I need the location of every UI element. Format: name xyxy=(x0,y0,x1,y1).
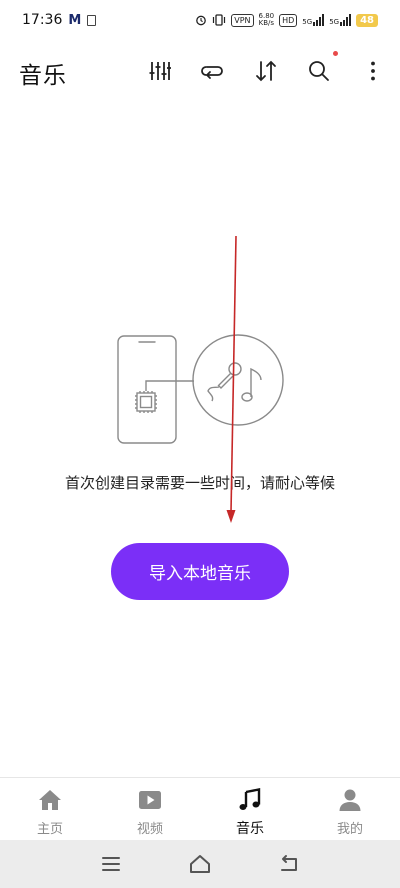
bottom-nav: 主页 视频 音乐 我的 xyxy=(0,777,400,840)
video-icon xyxy=(137,788,163,812)
empty-state-illustration xyxy=(117,334,284,444)
network-speed: 6.80 KB/s xyxy=(259,13,275,27)
nav-item-profile[interactable]: 我的 xyxy=(300,778,400,840)
karaoke-microphone-icon xyxy=(207,362,242,402)
status-left: 17:36 M xyxy=(22,12,97,28)
status-bar: 17:36 M VPN 6.80 KB/s HD 5G 5G 48 xyxy=(0,0,400,40)
nav-item-music[interactable]: 音乐 xyxy=(200,778,300,840)
nav-label-home: 主页 xyxy=(36,822,63,837)
status-time: 17:36 xyxy=(22,12,63,28)
home-button-icon[interactable] xyxy=(189,854,211,874)
signal-2: 5G xyxy=(329,14,352,26)
equalizer-icon[interactable] xyxy=(147,58,173,84)
music-note-icon xyxy=(237,788,263,812)
more-icon[interactable] xyxy=(360,58,386,84)
empty-state-message: 首次创建目录需要一些时间，请耐心等候 xyxy=(64,474,335,492)
mail-icon: M xyxy=(68,12,82,28)
nav-label-video: 视频 xyxy=(136,822,163,837)
sort-icon[interactable] xyxy=(253,58,279,84)
hd-badge: HD xyxy=(279,13,298,27)
menu-icon[interactable] xyxy=(100,854,122,874)
page-title: 音乐 xyxy=(19,63,67,89)
status-right: VPN 6.80 KB/s HD 5G 5G 48 xyxy=(195,13,378,27)
repeat-icon[interactable] xyxy=(200,58,226,84)
notification-dot xyxy=(333,51,338,56)
back-icon[interactable] xyxy=(278,854,300,874)
nav-label-music: 音乐 xyxy=(236,821,264,837)
battery-indicator: 48 xyxy=(356,13,378,27)
app-bar: 音乐 xyxy=(0,40,400,102)
network-type-2: 5G xyxy=(329,18,340,26)
profile-icon xyxy=(337,788,363,812)
nav-item-home[interactable]: 主页 xyxy=(0,778,100,840)
music-note-icon xyxy=(241,367,262,402)
vpn-badge: VPN xyxy=(231,13,254,27)
import-local-music-button[interactable]: 导入本地音乐 xyxy=(111,543,289,600)
document-icon xyxy=(87,14,97,26)
system-nav-bar xyxy=(0,840,400,888)
search-icon[interactable] xyxy=(306,51,338,84)
signal-1: 5G xyxy=(302,14,325,26)
nav-label-profile: 我的 xyxy=(336,822,363,837)
vibrate-icon xyxy=(213,14,226,26)
home-icon xyxy=(37,788,63,812)
signal-bars-1-icon xyxy=(313,14,325,26)
nav-item-video[interactable]: 视频 xyxy=(100,778,200,840)
signal-bars-2-icon xyxy=(340,14,352,26)
network-type-1: 5G xyxy=(302,18,313,26)
alarm-icon xyxy=(196,15,207,26)
speed-unit: KB/s xyxy=(258,19,275,27)
